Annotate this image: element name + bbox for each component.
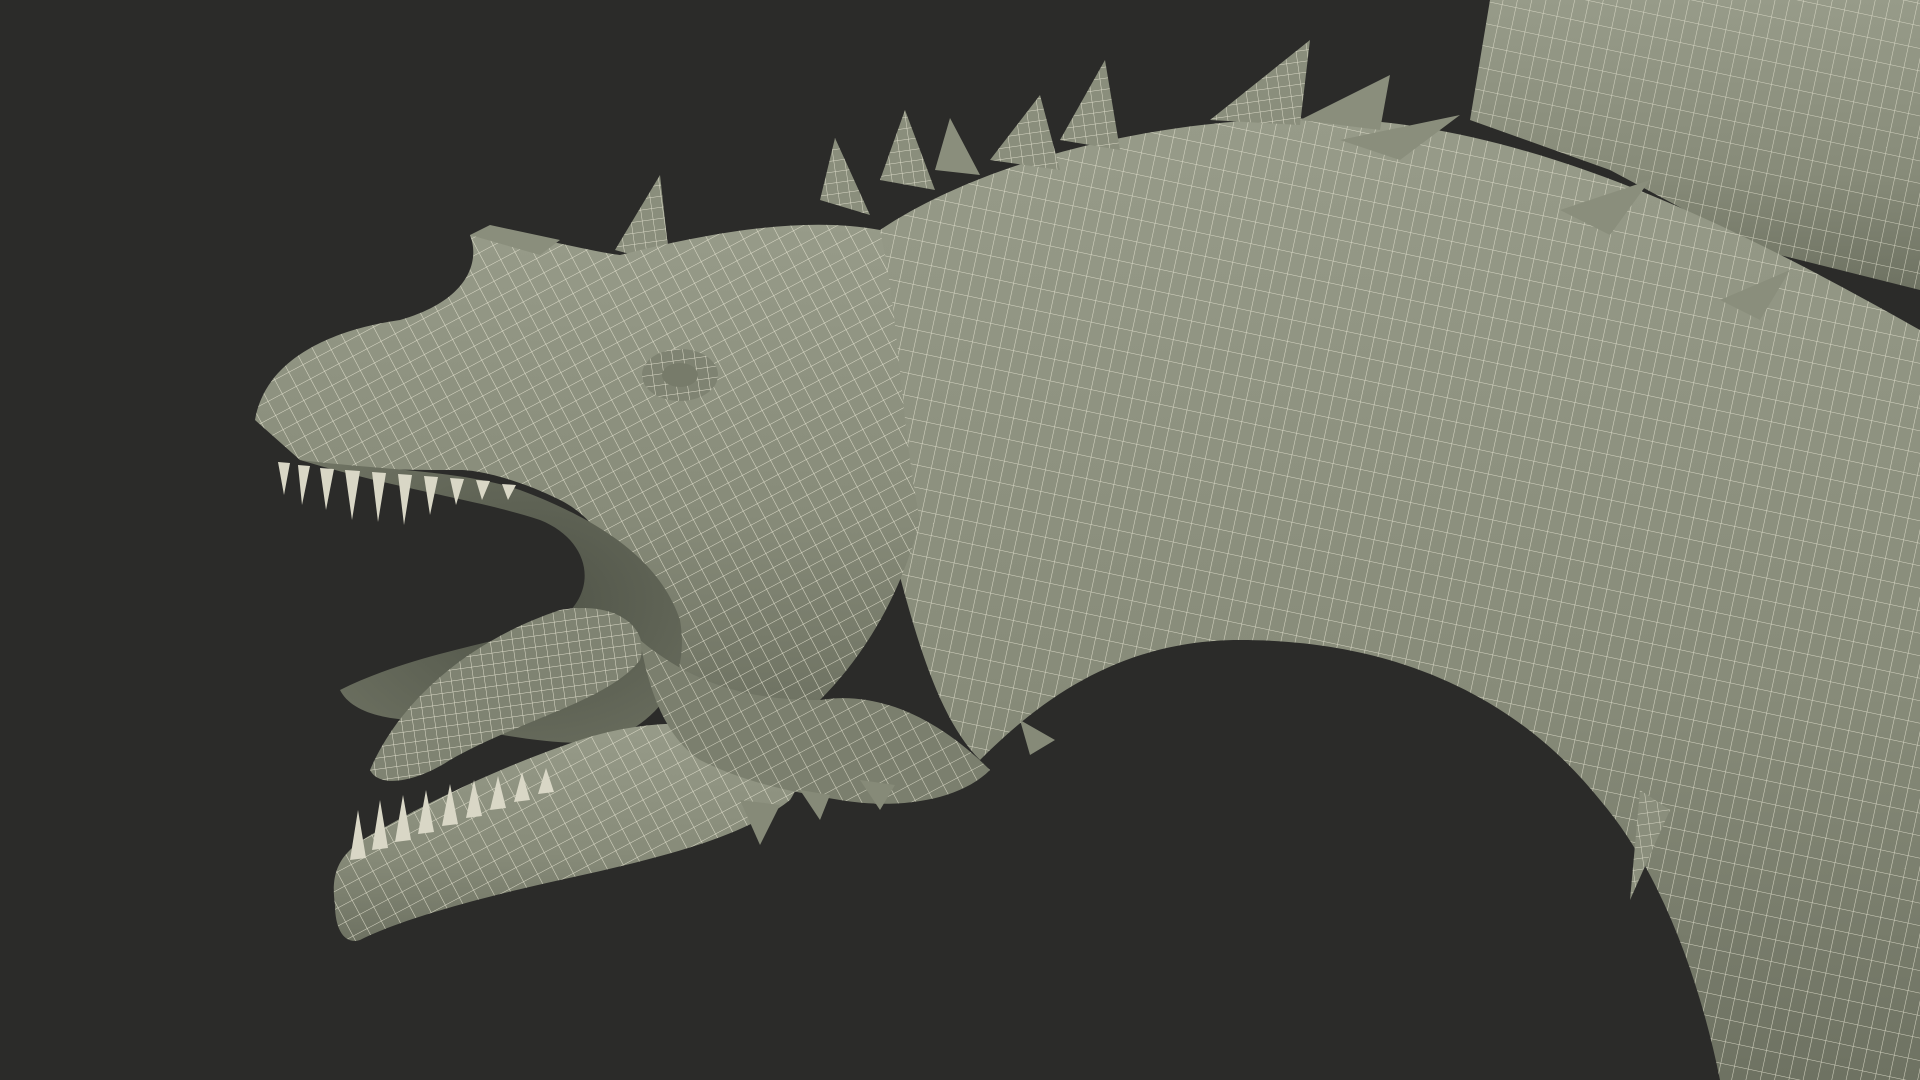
eye-socket bbox=[642, 349, 718, 401]
dragon-render bbox=[255, 0, 1920, 1080]
viewport bbox=[0, 0, 1920, 1080]
neck-body bbox=[860, 118, 1920, 1080]
